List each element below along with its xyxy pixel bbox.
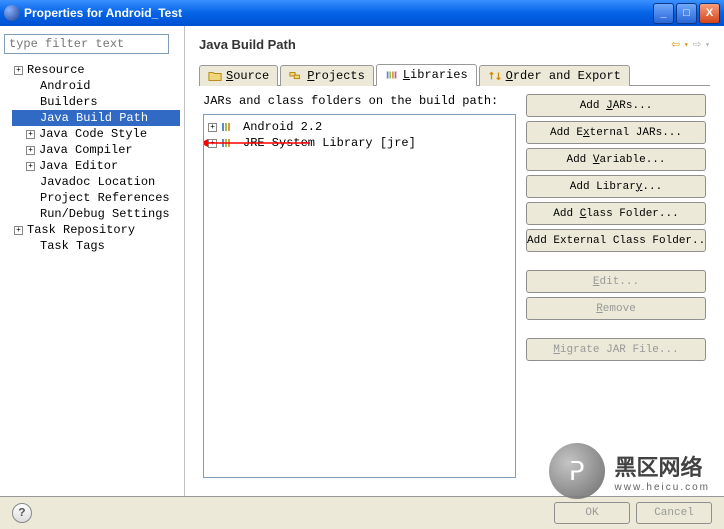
tab-label: Order and Export xyxy=(506,69,621,83)
nav-tree: +Resource Android Builders Java Build Pa… xyxy=(4,62,180,254)
tab-order-export[interactable]: Order and Export xyxy=(479,65,630,86)
titlebar: Properties for Android_Test _ □ X xyxy=(0,0,724,26)
nav-item-java-compiler[interactable]: +Java Compiler xyxy=(12,142,180,158)
remove-button[interactable]: Remove xyxy=(526,297,706,320)
eclipse-icon xyxy=(4,5,20,21)
close-button[interactable]: X xyxy=(699,3,720,24)
watermark: ᕈ 黑区网络 www.heicu.com xyxy=(549,443,710,499)
tab-label: Projects xyxy=(307,69,365,83)
library-label: JRE System Library [jre] xyxy=(243,136,416,150)
nav-item-java-code-style[interactable]: +Java Code Style xyxy=(12,126,180,142)
expand-icon[interactable]: + xyxy=(26,146,35,155)
expand-icon[interactable]: + xyxy=(14,226,23,235)
filter-input[interactable] xyxy=(4,34,169,54)
tab-libraries[interactable]: Libraries xyxy=(376,64,477,86)
expand-icon[interactable]: + xyxy=(26,130,35,139)
cancel-button[interactable]: Cancel xyxy=(636,502,712,524)
nav-item-task-repository[interactable]: +Task Repository xyxy=(12,222,180,238)
back-button[interactable]: ⇦ xyxy=(669,36,681,53)
nav-sidebar: +Resource Android Builders Java Build Pa… xyxy=(0,26,185,496)
edit-button[interactable]: Edit... xyxy=(526,270,706,293)
library-label: Android 2.2 xyxy=(243,120,322,134)
nav-history: ⇦▾ ⇨▾ xyxy=(669,36,710,53)
expand-icon[interactable]: + xyxy=(14,66,23,75)
nav-item-run-debug-settings[interactable]: Run/Debug Settings xyxy=(12,206,180,222)
nav-item-javadoc-location[interactable]: Javadoc Location xyxy=(12,174,180,190)
watermark-text: 黑区网络 xyxy=(615,450,710,482)
library-row[interactable]: + JRE System Library [jre] xyxy=(208,135,511,151)
nav-item-java-editor[interactable]: +Java Editor xyxy=(12,158,180,174)
expand-icon[interactable]: + xyxy=(208,123,217,132)
add-jars-button[interactable]: Add JARs... xyxy=(526,94,706,117)
dialog-footer: ? OK Cancel xyxy=(0,497,724,529)
libraries-tree[interactable]: + Android 2.2 + JRE System Library [jre] xyxy=(203,114,516,478)
add-class-folder-button[interactable]: Add Class Folder... xyxy=(526,202,706,225)
projects-icon xyxy=(289,70,303,82)
nav-item-builders[interactable]: Builders xyxy=(12,94,180,110)
minimize-button[interactable]: _ xyxy=(653,3,674,24)
folder-icon xyxy=(208,70,222,82)
action-buttons: Add JARs... Add External JARs... Add Var… xyxy=(526,94,706,478)
window-title: Properties for Android_Test xyxy=(24,6,653,20)
maximize-button[interactable]: □ xyxy=(676,3,697,24)
add-external-class-folder-button[interactable]: Add External Class Folder... xyxy=(526,229,706,252)
library-stack-icon xyxy=(221,137,239,149)
add-external-jars-button[interactable]: Add External JARs... xyxy=(526,121,706,144)
expand-icon[interactable]: + xyxy=(26,162,35,171)
nav-item-resource[interactable]: +Resource xyxy=(12,62,180,78)
nav-item-java-build-path[interactable]: Java Build Path xyxy=(12,110,180,126)
window-controls: _ □ X xyxy=(653,3,720,24)
add-variable-button[interactable]: Add Variable... xyxy=(526,148,706,171)
libraries-description: JARs and class folders on the build path… xyxy=(203,94,516,108)
migrate-jar-button[interactable]: Migrate JAR File... xyxy=(526,338,706,361)
library-icon xyxy=(385,69,399,81)
add-library-button[interactable]: Add Library... xyxy=(526,175,706,198)
watermark-url: www.heicu.com xyxy=(615,482,710,493)
nav-item-task-tags[interactable]: Task Tags xyxy=(12,238,180,254)
nav-item-android[interactable]: Android xyxy=(12,78,180,94)
library-stack-icon xyxy=(221,121,239,133)
library-row[interactable]: + Android 2.2 xyxy=(208,119,511,135)
forward-button[interactable]: ⇨ xyxy=(691,36,703,53)
tab-projects[interactable]: Projects xyxy=(280,65,374,86)
nav-item-project-references[interactable]: Project References xyxy=(12,190,180,206)
order-icon xyxy=(488,70,502,82)
expand-icon[interactable]: + xyxy=(208,139,217,148)
tab-bar: Source Projects Libraries Order and Expo… xyxy=(199,63,710,86)
tab-source[interactable]: Source xyxy=(199,65,278,86)
page-title: Java Build Path xyxy=(199,37,296,52)
help-icon[interactable]: ? xyxy=(12,503,32,523)
watermark-logo-icon: ᕈ xyxy=(549,443,605,499)
ok-button[interactable]: OK xyxy=(554,502,630,524)
content-pane: Java Build Path ⇦▾ ⇨▾ Source Projects Li… xyxy=(185,26,724,496)
tab-label: Libraries xyxy=(403,68,468,82)
tab-label: Source xyxy=(226,69,269,83)
